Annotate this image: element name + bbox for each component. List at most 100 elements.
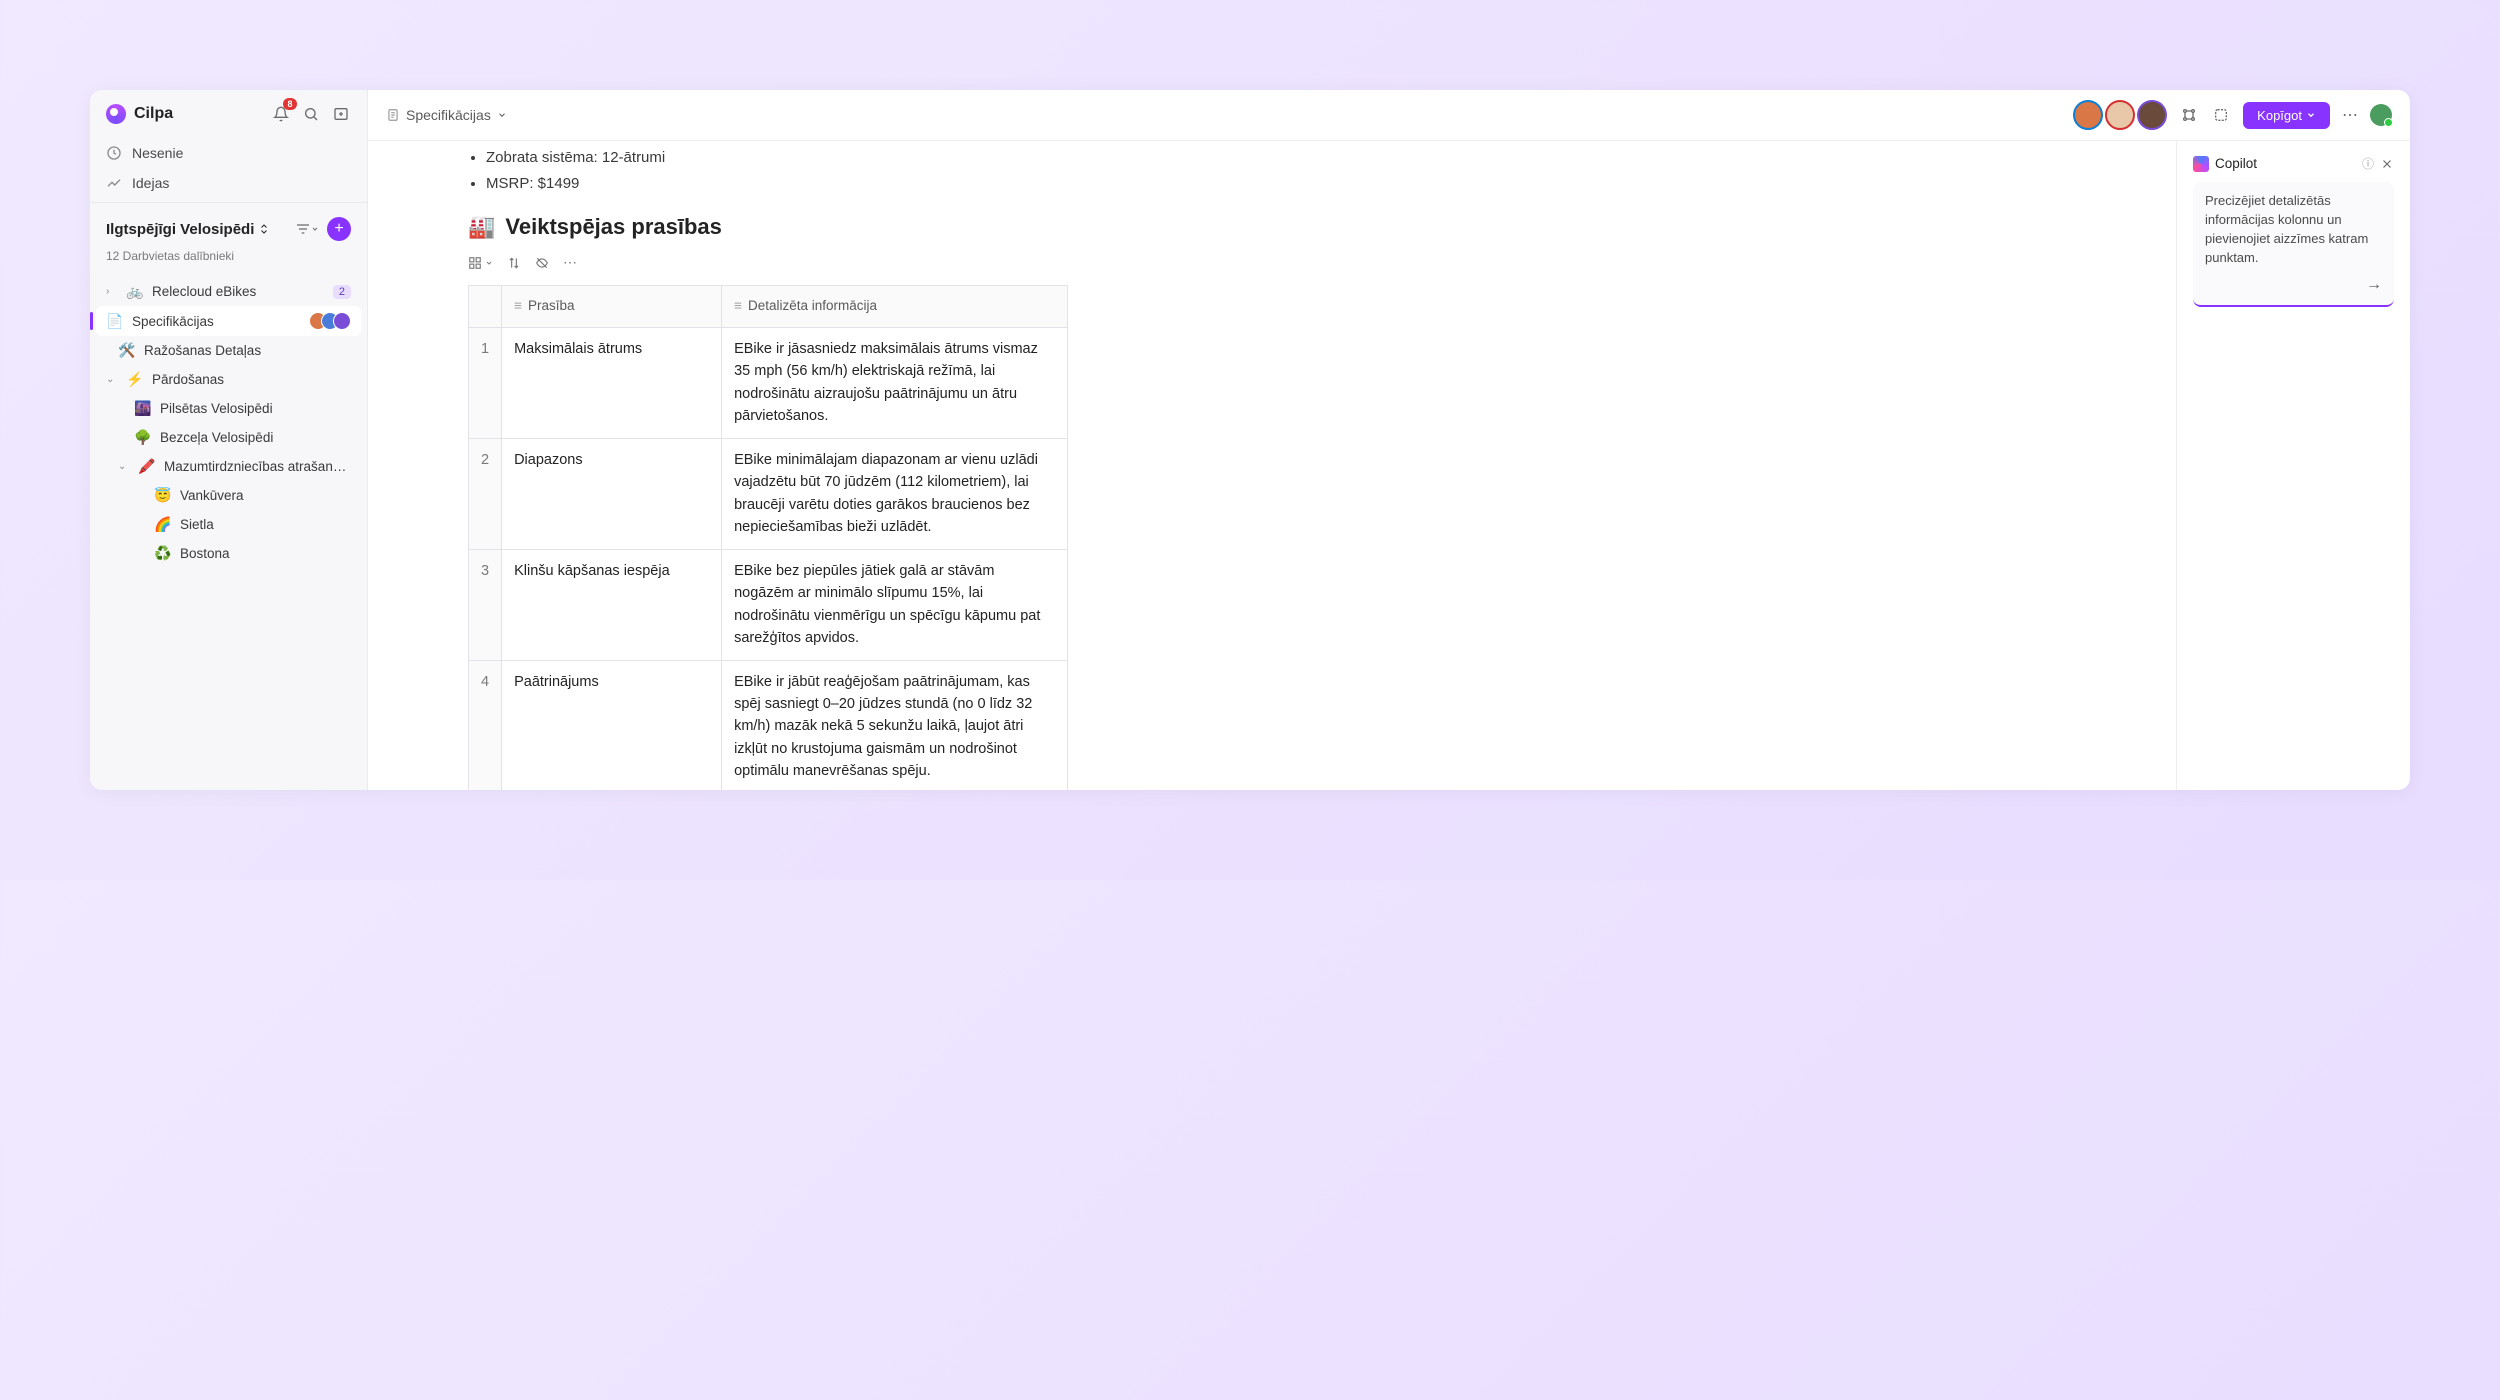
table-toolbar: ⋯ xyxy=(468,250,2176,285)
send-button[interactable]: → xyxy=(2205,273,2382,296)
chevron-down-icon xyxy=(311,225,319,233)
section-heading: 🏭 Veiktspējas prasības xyxy=(468,214,2176,240)
row-detail[interactable]: EBike ir jāsasniedz maksimālais ātrums v… xyxy=(722,327,1068,438)
avatar xyxy=(2073,100,2103,130)
tree-item-offroad[interactable]: 🌳 Bezceļa Velosipēdi xyxy=(90,423,367,452)
copilot-logo xyxy=(2193,156,2209,172)
nav-ideas[interactable]: Idejas xyxy=(90,168,367,198)
tree-icon: 🌳 xyxy=(134,429,152,446)
doc-icon xyxy=(386,108,400,122)
view-button[interactable] xyxy=(468,256,493,270)
recycle-icon: ♻️ xyxy=(154,545,172,562)
workspace-subtitle: 12 Darbvietas dalībnieki xyxy=(90,249,367,273)
copilot-header: Copilot ⓘ xyxy=(2193,155,2394,172)
avatar xyxy=(2105,100,2135,130)
row-number: 1 xyxy=(469,327,502,438)
copilot-message: Precizējiet detalizētās informācijas kol… xyxy=(2205,192,2382,267)
text-icon: ≡ xyxy=(514,298,522,313)
filter-button[interactable] xyxy=(295,217,319,241)
row-detail[interactable]: EBike ir jābūt reaģējošam paātrinājumam,… xyxy=(722,660,1068,790)
copilot-title: Copilot xyxy=(2215,156,2356,171)
text-icon: ≡ xyxy=(734,298,742,313)
copilot-toggle-button[interactable] xyxy=(2211,105,2231,125)
table-row[interactable]: 3Klinšu kāpšanas iespējaEBike bez piepūl… xyxy=(469,549,1068,660)
factory-icon: 🏭 xyxy=(468,214,495,240)
command-button[interactable] xyxy=(2179,105,2199,125)
share-button[interactable]: Kopīgot xyxy=(2243,102,2330,129)
user-avatar[interactable] xyxy=(2370,104,2392,126)
col-number xyxy=(469,286,502,328)
presence-avatars[interactable] xyxy=(2073,100,2167,130)
bolt-icon: ⚡ xyxy=(126,371,144,388)
row-requirement[interactable]: Maksimālais ātrums xyxy=(502,327,722,438)
nav-ideas-label: Idejas xyxy=(132,175,169,191)
tree-item-vancouver[interactable]: 😇 Vankūvera xyxy=(90,481,367,510)
tree-item-production[interactable]: 🛠️ Ražošanas Detaļas xyxy=(90,336,367,365)
app-window: Cilpa 8 Nesenie Idejas xyxy=(90,90,2410,790)
hide-button[interactable] xyxy=(535,256,549,270)
row-requirement[interactable]: Klinšu kāpšanas iespēja xyxy=(502,549,722,660)
search-button[interactable] xyxy=(301,104,321,124)
sidebar-header: Cilpa 8 xyxy=(90,90,367,138)
table-row[interactable]: 4PaātrinājumsEBike ir jābūt reaģējošam p… xyxy=(469,660,1068,790)
count-badge: 2 xyxy=(333,285,351,299)
tools-icon: 🛠️ xyxy=(118,342,136,359)
notifications-badge: 8 xyxy=(283,98,297,110)
chevron-down-icon: ⌄ xyxy=(118,461,130,472)
requirements-table: ≡Prasība ≡Detalizēta informācija 1Maksim… xyxy=(468,285,1068,790)
row-detail[interactable]: EBike bez piepūles jātiek galā ar stāvām… xyxy=(722,549,1068,660)
tree-item-seattle[interactable]: 🌈 Sietla xyxy=(90,510,367,539)
nav-tree: › 🚲 Relecloud eBikes 2 📄 Specifikācijas … xyxy=(90,273,367,572)
row-detail[interactable]: EBike minimālajam diapazonam ar vienu uz… xyxy=(722,438,1068,549)
row-number: 3 xyxy=(469,549,502,660)
close-button[interactable] xyxy=(2380,157,2394,171)
pencil-icon: 🖍️ xyxy=(138,458,156,475)
sort-button[interactable] xyxy=(507,256,521,270)
chevron-down-icon: ⌄ xyxy=(106,374,118,385)
tree-item-retail[interactable]: ⌄ 🖍️ Mazumtirdzniecības atrašanās vi... xyxy=(90,452,367,481)
document-body[interactable]: Zobrata sistēma: 12-ātrumi MSRP: $1499 🏭… xyxy=(368,141,2176,790)
table-row[interactable]: 1Maksimālais ātrumsEBike ir jāsasniedz m… xyxy=(469,327,1068,438)
notifications-button[interactable]: 8 xyxy=(271,104,291,124)
more-button[interactable]: ⋯ xyxy=(2342,105,2358,125)
copilot-panel: Copilot ⓘ Precizējiet detalizētās inform… xyxy=(2176,141,2410,790)
chevron-right-icon: › xyxy=(106,286,118,297)
chevron-down-icon xyxy=(2306,110,2316,120)
rainbow-icon: 🌈 xyxy=(154,516,172,533)
row-number: 4 xyxy=(469,660,502,790)
col-requirement[interactable]: ≡Prasība xyxy=(502,286,722,328)
avatar xyxy=(2137,100,2167,130)
main-area: Specifikācijas Kopīgot ⋯ xyxy=(368,90,2410,790)
row-requirement[interactable]: Diapazons xyxy=(502,438,722,549)
tree-item-relecloud[interactable]: › 🚲 Relecloud eBikes 2 xyxy=(90,277,367,306)
tree-item-boston[interactable]: ♻️ Bostona xyxy=(90,539,367,568)
copilot-message-card[interactable]: Precizējiet detalizētās informācijas kol… xyxy=(2193,182,2394,307)
bike-icon: 🚲 xyxy=(126,283,144,300)
list-item: Zobrata sistēma: 12-ātrumi xyxy=(486,145,2176,171)
tree-item-specifications[interactable]: 📄 Specifikācijas xyxy=(96,306,361,336)
workspace-title[interactable]: Ilgtspējīgi Velosipēdi xyxy=(106,221,270,238)
collaborator-avatars xyxy=(315,312,351,330)
sidebar: Cilpa 8 Nesenie Idejas xyxy=(90,90,368,790)
table-more-button[interactable]: ⋯ xyxy=(563,254,577,271)
chevron-updown-icon xyxy=(258,223,270,235)
col-detail[interactable]: ≡Detalizēta informācija xyxy=(722,286,1068,328)
panel-toggle-button[interactable] xyxy=(331,104,351,124)
list-item: MSRP: $1499 xyxy=(486,171,2176,197)
nav-recent[interactable]: Nesenie xyxy=(90,138,367,168)
info-icon[interactable]: ⓘ xyxy=(2362,155,2374,172)
tree-item-city[interactable]: 🌆 Pilsētas Velosipēdi xyxy=(90,394,367,423)
breadcrumb[interactable]: Specifikācijas xyxy=(386,107,2061,123)
table-row[interactable]: 2DiapazonsEBike minimālajam diapazonam a… xyxy=(469,438,1068,549)
nav-recent-label: Nesenie xyxy=(132,145,183,161)
city-icon: 🌆 xyxy=(134,400,152,417)
workspace-header: Ilgtspējīgi Velosipēdi + xyxy=(90,202,367,249)
app-logo xyxy=(106,104,126,124)
tree-item-sales[interactable]: ⌄ ⚡ Pārdošanas xyxy=(90,365,367,394)
topbar: Specifikācijas Kopīgot ⋯ xyxy=(368,90,2410,141)
row-number: 2 xyxy=(469,438,502,549)
chevron-down-icon xyxy=(497,110,507,120)
add-button[interactable]: + xyxy=(327,217,351,241)
row-requirement[interactable]: Paātrinājums xyxy=(502,660,722,790)
doc-icon: 📄 xyxy=(106,313,124,330)
